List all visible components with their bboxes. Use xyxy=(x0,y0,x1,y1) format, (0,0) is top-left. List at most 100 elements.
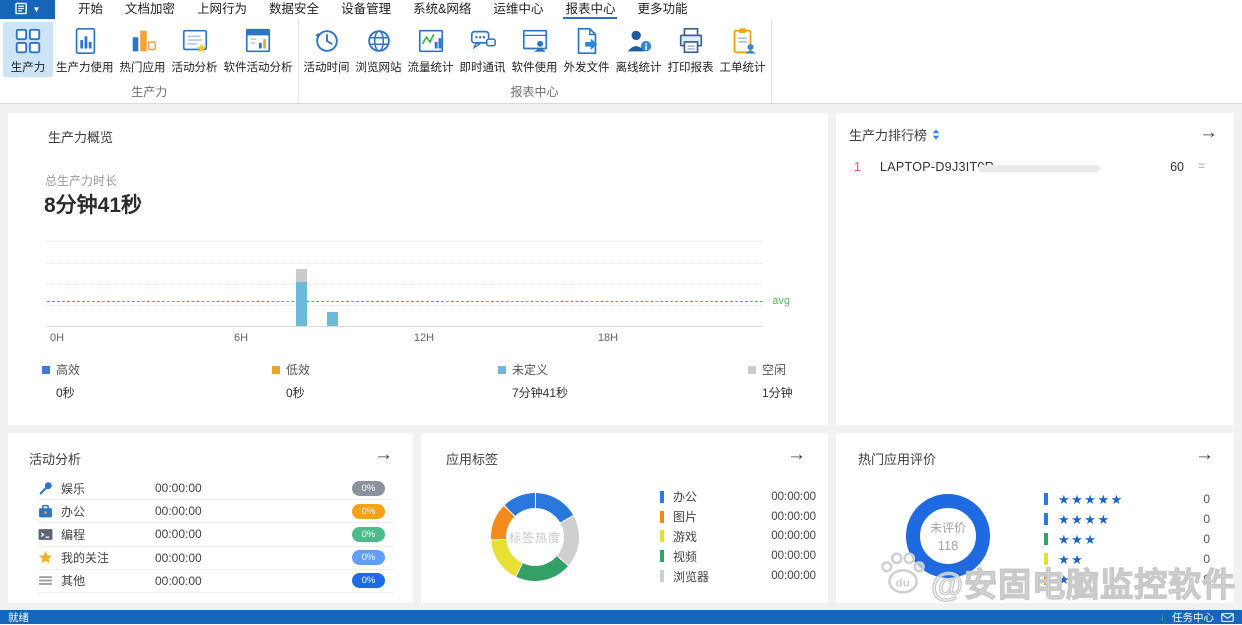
panel-nav-arrow[interactable]: → xyxy=(1199,123,1218,142)
window-icon xyxy=(14,2,30,18)
tag-legend-row: 浏览器 00:00:00 xyxy=(660,566,816,586)
ribbon-button-print-report[interactable]: 打印报表 xyxy=(665,22,717,77)
hour-bar xyxy=(296,269,307,326)
activity-row-office: 办公 00:00:00 0% xyxy=(38,500,393,524)
microphone-icon xyxy=(38,481,53,496)
gridline xyxy=(47,284,763,285)
legend-item-efficient: 高效 0秒 xyxy=(42,361,80,401)
ribbon-button-productivity[interactable]: 生产力 xyxy=(3,22,53,77)
ribbon-button-offline-stats[interactable]: 离线统计 xyxy=(613,22,665,77)
task-center-button[interactable]: ↓ 任务中心 xyxy=(1160,610,1235,625)
panel-title: 应用标签 xyxy=(446,452,499,467)
activity-row-entertainment: 娱乐 00:00:00 0% xyxy=(38,477,393,501)
rating-row-3-stars: ★★★ 0 xyxy=(1044,529,1210,549)
menu-item-doc-encryption[interactable]: 文档加密 xyxy=(114,0,186,19)
ribbon-button-browsed-websites[interactable]: 浏览网站 xyxy=(353,22,405,77)
x-tick: 18H xyxy=(597,332,619,344)
menu-item-more-features[interactable]: 更多功能 xyxy=(626,0,698,19)
rating-row-1-star: ★ 0 xyxy=(1044,569,1210,589)
hourly-bar-chart: avg 0H 6H 12H 18H xyxy=(47,241,790,345)
menu-item-device-management[interactable]: 设备管理 xyxy=(330,0,402,19)
panel-nav-arrow[interactable]: → xyxy=(374,445,393,464)
x-tick: 6H xyxy=(233,332,249,344)
legend-marker xyxy=(1044,533,1048,545)
legend-marker xyxy=(42,366,50,374)
rating-row-4-stars: ★★★★ 0 xyxy=(1044,509,1210,529)
legend-marker xyxy=(660,490,664,503)
total-productivity-value: 8分钟41秒 xyxy=(44,194,143,217)
panel-productivity-overview: 生产力概览 总生产力时长 8分钟41秒 avg 0H 6H 12H 18H 高效 xyxy=(8,113,828,425)
rank-number: 1 xyxy=(854,160,861,174)
app-window: ▼ 开始 文档加密 上网行为 数据安全 设备管理 系统&网络 运维中心 报表中心… xyxy=(0,0,1242,624)
legend-marker xyxy=(660,570,664,583)
hour-chart-plot: avg xyxy=(47,241,790,327)
avg-line-label: avg xyxy=(772,295,790,307)
menu-item-start[interactable]: 开始 xyxy=(67,0,114,19)
menu-item-report-center[interactable]: 报表中心 xyxy=(554,0,626,19)
ribbon-button-software-usage[interactable]: 软件使用 xyxy=(509,22,561,77)
legend-marker xyxy=(1044,553,1048,565)
ribbon-button-work-order-stats[interactable]: 工单统计 xyxy=(717,22,769,77)
app-menu-button[interactable]: ▼ xyxy=(0,0,55,19)
ribbon-button-activity-analysis[interactable]: 活动分析 xyxy=(169,22,221,77)
gridline xyxy=(47,263,763,264)
dashboard: 生产力概览 总生产力时长 8分钟41秒 avg 0H 6H 12H 18H 高效 xyxy=(0,104,1242,610)
rating-legend: ★★★★★ 0 ★★★★ 0 ★★★ 0 ★★ 0 ★ 0 xyxy=(1044,489,1210,589)
star-icons: ★ xyxy=(1058,571,1072,587)
menu-lines-icon xyxy=(38,573,53,588)
legend-value: 0秒 xyxy=(56,386,75,400)
percent-badge: 0% xyxy=(352,480,385,496)
menu-item-web-behavior[interactable]: 上网行为 xyxy=(186,0,258,19)
tag-legend-row: 图片 00:00:00 xyxy=(660,507,816,527)
legend-value: 7分钟41秒 xyxy=(512,386,569,400)
person-info-icon xyxy=(624,26,654,56)
panel-app-tags: 应用标签 → 标签热度 办公 00:00:00 图片 00:00:00 游戏 0… xyxy=(421,433,828,603)
menu-item-data-security[interactable]: 数据安全 xyxy=(258,0,330,19)
percent-badge: 0% xyxy=(352,573,385,589)
star-icons: ★★ xyxy=(1058,551,1085,567)
briefcase-icon xyxy=(38,504,53,519)
menu-item-ops-center[interactable]: 运维中心 xyxy=(482,0,554,19)
menu-item-system-network[interactable]: 系统&网络 xyxy=(402,0,482,19)
legend-item-idle: 空闲 1分钟 xyxy=(748,361,793,401)
legend-marker xyxy=(498,366,506,374)
ribbon-button-software-activity-analysis[interactable]: 软件活动分析 xyxy=(221,22,296,77)
tag-legend: 办公 00:00:00 图片 00:00:00 游戏 00:00:00 视频 0… xyxy=(660,487,816,586)
ribbon-button-outgoing-files[interactable]: 外发文件 xyxy=(561,22,613,77)
grid-icon xyxy=(13,26,43,56)
activity-time: 00:00:00 xyxy=(155,550,202,565)
ribbon-button-top-apps[interactable]: 热门应用 xyxy=(117,22,169,77)
ribbon-button-instant-messaging[interactable]: 即时通讯 xyxy=(457,22,509,77)
activity-rows: 娱乐 00:00:00 0% 办公 00:00:00 0% 编程 00:00:0… xyxy=(38,477,393,593)
panel-nav-arrow[interactable]: → xyxy=(1195,445,1214,464)
star-icons: ★★★★★ xyxy=(1058,491,1124,507)
percent-badge: 0% xyxy=(352,550,385,566)
panel-nav-arrow[interactable]: → xyxy=(787,445,806,464)
star-icons: ★★★ xyxy=(1058,531,1098,547)
panel-title: 热门应用评价 xyxy=(858,452,937,467)
activity-time: 00:00:00 xyxy=(155,573,202,588)
activity-row-programming: 编程 00:00:00 0% xyxy=(38,523,393,547)
no-change-icon: = xyxy=(1198,159,1206,173)
ribbon-group-productivity: 生产力 生产力使用 热门应用 活动分析 软件活动分析 生产力 xyxy=(1,19,299,103)
ribbon-group-label-report-center: 报表中心 xyxy=(510,85,559,99)
document-arrow-icon xyxy=(572,26,602,56)
x-tick: 0H xyxy=(49,332,65,344)
activity-row-my-focus: 我的关注 00:00:00 0% xyxy=(38,547,393,570)
ribbon-button-traffic-stats[interactable]: 流量统计 xyxy=(405,22,457,77)
avg-line: avg xyxy=(47,295,790,307)
status-ready-text: 就绪 xyxy=(8,611,29,624)
envelope-icon[interactable] xyxy=(1221,612,1234,622)
ribbon-button-productivity-usage[interactable]: 生产力使用 xyxy=(53,22,117,77)
terminal-icon xyxy=(38,527,53,542)
download-arrow-icon: ↓ xyxy=(1159,610,1166,623)
panel-title: 生产力排行榜 xyxy=(849,128,928,143)
ranking-row[interactable]: 1 LAPTOP-D9J3IT0R 60 = xyxy=(836,157,1234,181)
window-chart-icon xyxy=(243,26,273,56)
clock-history-icon xyxy=(312,26,342,56)
sort-icon[interactable] xyxy=(932,129,940,140)
ribbon-button-activity-time[interactable]: 活动时间 xyxy=(301,22,353,77)
document-star-icon xyxy=(180,26,210,56)
document-chart-icon xyxy=(70,26,100,56)
legend-marker xyxy=(660,530,664,543)
